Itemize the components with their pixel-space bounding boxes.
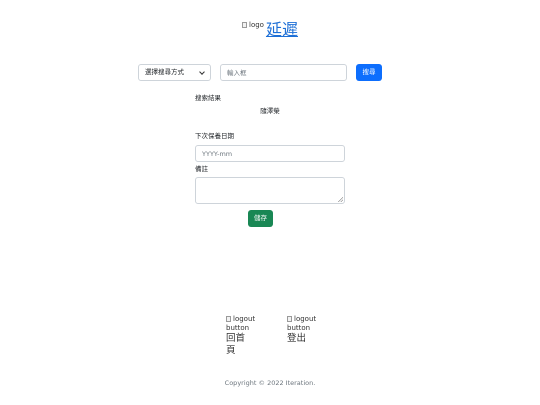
broken-image-icon bbox=[287, 316, 292, 322]
home-button-image: logout button bbox=[226, 315, 256, 333]
broken-image-icon bbox=[226, 316, 231, 322]
logo-alt-text: logo bbox=[249, 21, 264, 29]
result-label: 搜索結果 bbox=[195, 94, 221, 102]
footer-copyright: Copyright © 2022 Iteration. bbox=[224, 379, 316, 387]
search-input[interactable] bbox=[220, 64, 347, 81]
broken-image-icon bbox=[242, 22, 247, 28]
logo-image: logo bbox=[242, 21, 264, 30]
chevron-down-icon bbox=[199, 69, 205, 75]
next-maintenance-date-label: 下次保養日期 bbox=[195, 132, 234, 140]
resize-handle-icon[interactable] bbox=[338, 197, 343, 202]
next-maintenance-date-input[interactable] bbox=[195, 145, 345, 162]
search-method-select[interactable]: 選擇搜尋方式 bbox=[138, 64, 211, 81]
logout-button-image: logout button bbox=[287, 315, 317, 333]
notes-textarea[interactable] bbox=[195, 177, 345, 204]
save-button[interactable]: 儲存 bbox=[248, 210, 273, 227]
result-value: 隨澤榮 bbox=[260, 107, 280, 115]
header: logo 延遲 bbox=[0, 19, 540, 43]
search-button[interactable]: 搜尋 bbox=[356, 64, 382, 81]
notes-label: 備註 bbox=[195, 165, 208, 173]
logout-link-label: 登出 bbox=[287, 333, 307, 344]
logout-link[interactable]: logout button 登出 bbox=[287, 315, 317, 345]
home-link-label: 回首頁 bbox=[226, 333, 246, 356]
search-method-selected: 選擇搜尋方式 bbox=[145, 68, 184, 76]
brand-link[interactable]: 延遲 bbox=[266, 19, 298, 41]
home-link[interactable]: logout button 回首頁 bbox=[226, 315, 256, 357]
